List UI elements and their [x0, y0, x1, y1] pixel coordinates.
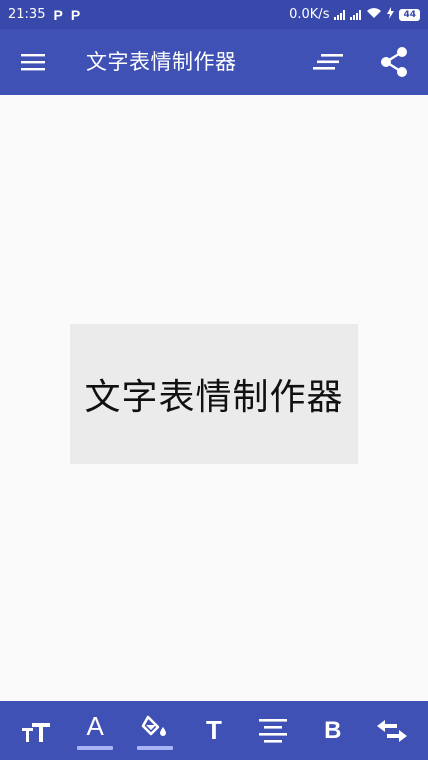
page-title: 文字表情制作器 — [86, 50, 237, 74]
fill-color-swatch — [136, 745, 173, 750]
share-button[interactable] — [376, 45, 412, 79]
signal-icon — [350, 9, 362, 20]
text-size-icon — [21, 722, 50, 742]
notification-p-icon: P — [53, 6, 63, 23]
align-center-icon — [259, 718, 288, 743]
text-align-icon — [313, 54, 343, 70]
editor-canvas: 文字表情制作器 — [0, 95, 428, 701]
swap-icon — [377, 719, 408, 742]
fill-color-button[interactable] — [133, 706, 177, 756]
preview-text: 文字表情制作器 — [84, 377, 344, 418]
wifi-icon — [366, 7, 382, 23]
menu-button[interactable] — [18, 49, 48, 75]
bold-icon: B — [324, 716, 342, 744]
share-icon — [381, 47, 407, 77]
fill-color-icon — [141, 715, 166, 736]
text-size-button[interactable] — [14, 706, 58, 756]
app-bar: 文字表情制作器 — [0, 29, 428, 95]
status-time: 21:35 — [8, 7, 46, 22]
align-center-button[interactable] — [251, 706, 295, 756]
swap-button[interactable] — [370, 706, 414, 756]
signal-icon — [334, 9, 346, 20]
notification-p-icon: P — [70, 6, 81, 23]
text-color-swatch — [77, 745, 114, 750]
status-bar: 21:35 P P 0.0K/s 44 — [0, 0, 428, 29]
bold-button[interactable]: B — [311, 706, 355, 756]
text-color-button[interactable]: A — [73, 706, 117, 756]
text-color-icon: A — [86, 711, 104, 741]
text-preview[interactable]: 文字表情制作器 — [70, 324, 358, 464]
net-speed: 0.0K/s — [289, 7, 330, 22]
font-button[interactable]: T — [192, 706, 236, 756]
text-align-button[interactable] — [310, 47, 346, 77]
menu-icon — [21, 54, 45, 71]
charging-icon — [387, 6, 395, 23]
battery-icon: 44 — [399, 8, 420, 21]
font-icon: T — [206, 715, 222, 745]
bottom-toolbar: A T B — [0, 701, 428, 760]
